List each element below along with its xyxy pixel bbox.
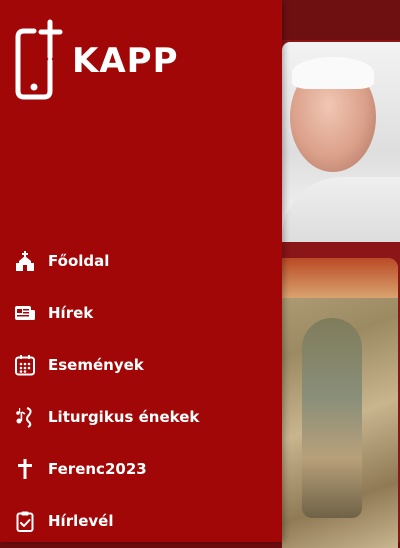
church-icon — [14, 250, 36, 272]
menu-item-esemenyek[interactable]: Események — [0, 339, 282, 391]
fresco-figure — [302, 318, 362, 518]
menu-item-label: Hírlevél — [48, 512, 114, 530]
navigation-drawer: KAPP Főoldal Hírek Események Liturgikus … — [0, 0, 282, 542]
fresco-image-card[interactable] — [282, 258, 398, 548]
menu-item-label: Főoldal — [48, 252, 110, 270]
menu-item-liturgikus-enekek[interactable]: Liturgikus énekek — [0, 391, 282, 443]
menu-item-label: Ferenc2023 — [48, 460, 147, 478]
menu-item-ferenc2023[interactable]: Ferenc2023 — [0, 443, 282, 495]
phone-cross-icon — [15, 19, 63, 100]
menu-item-hirek[interactable]: Hírek — [0, 287, 282, 339]
news-icon — [14, 302, 36, 324]
menu-item-label: Események — [48, 356, 144, 374]
menu-item-fooldal[interactable]: Főoldal — [0, 235, 282, 287]
drawer-menu: Főoldal Hírek Események Liturgikus éneke… — [0, 235, 282, 547]
calendar-icon — [14, 354, 36, 376]
pope-cap-image — [292, 57, 374, 89]
pope-photo-card[interactable] — [282, 42, 400, 242]
menu-item-hirlevel[interactable]: Hírlevél — [0, 495, 282, 547]
menu-item-label: Liturgikus énekek — [48, 408, 200, 426]
app-title: KAPP — [72, 41, 179, 81]
pope-robe-image — [282, 177, 400, 242]
menu-item-label: Hírek — [48, 304, 94, 322]
music-notes-icon — [14, 406, 36, 428]
app-logo — [14, 19, 66, 103]
clipboard-check-icon — [14, 510, 36, 532]
fresco-arch — [282, 258, 398, 298]
cross-icon — [14, 458, 36, 480]
